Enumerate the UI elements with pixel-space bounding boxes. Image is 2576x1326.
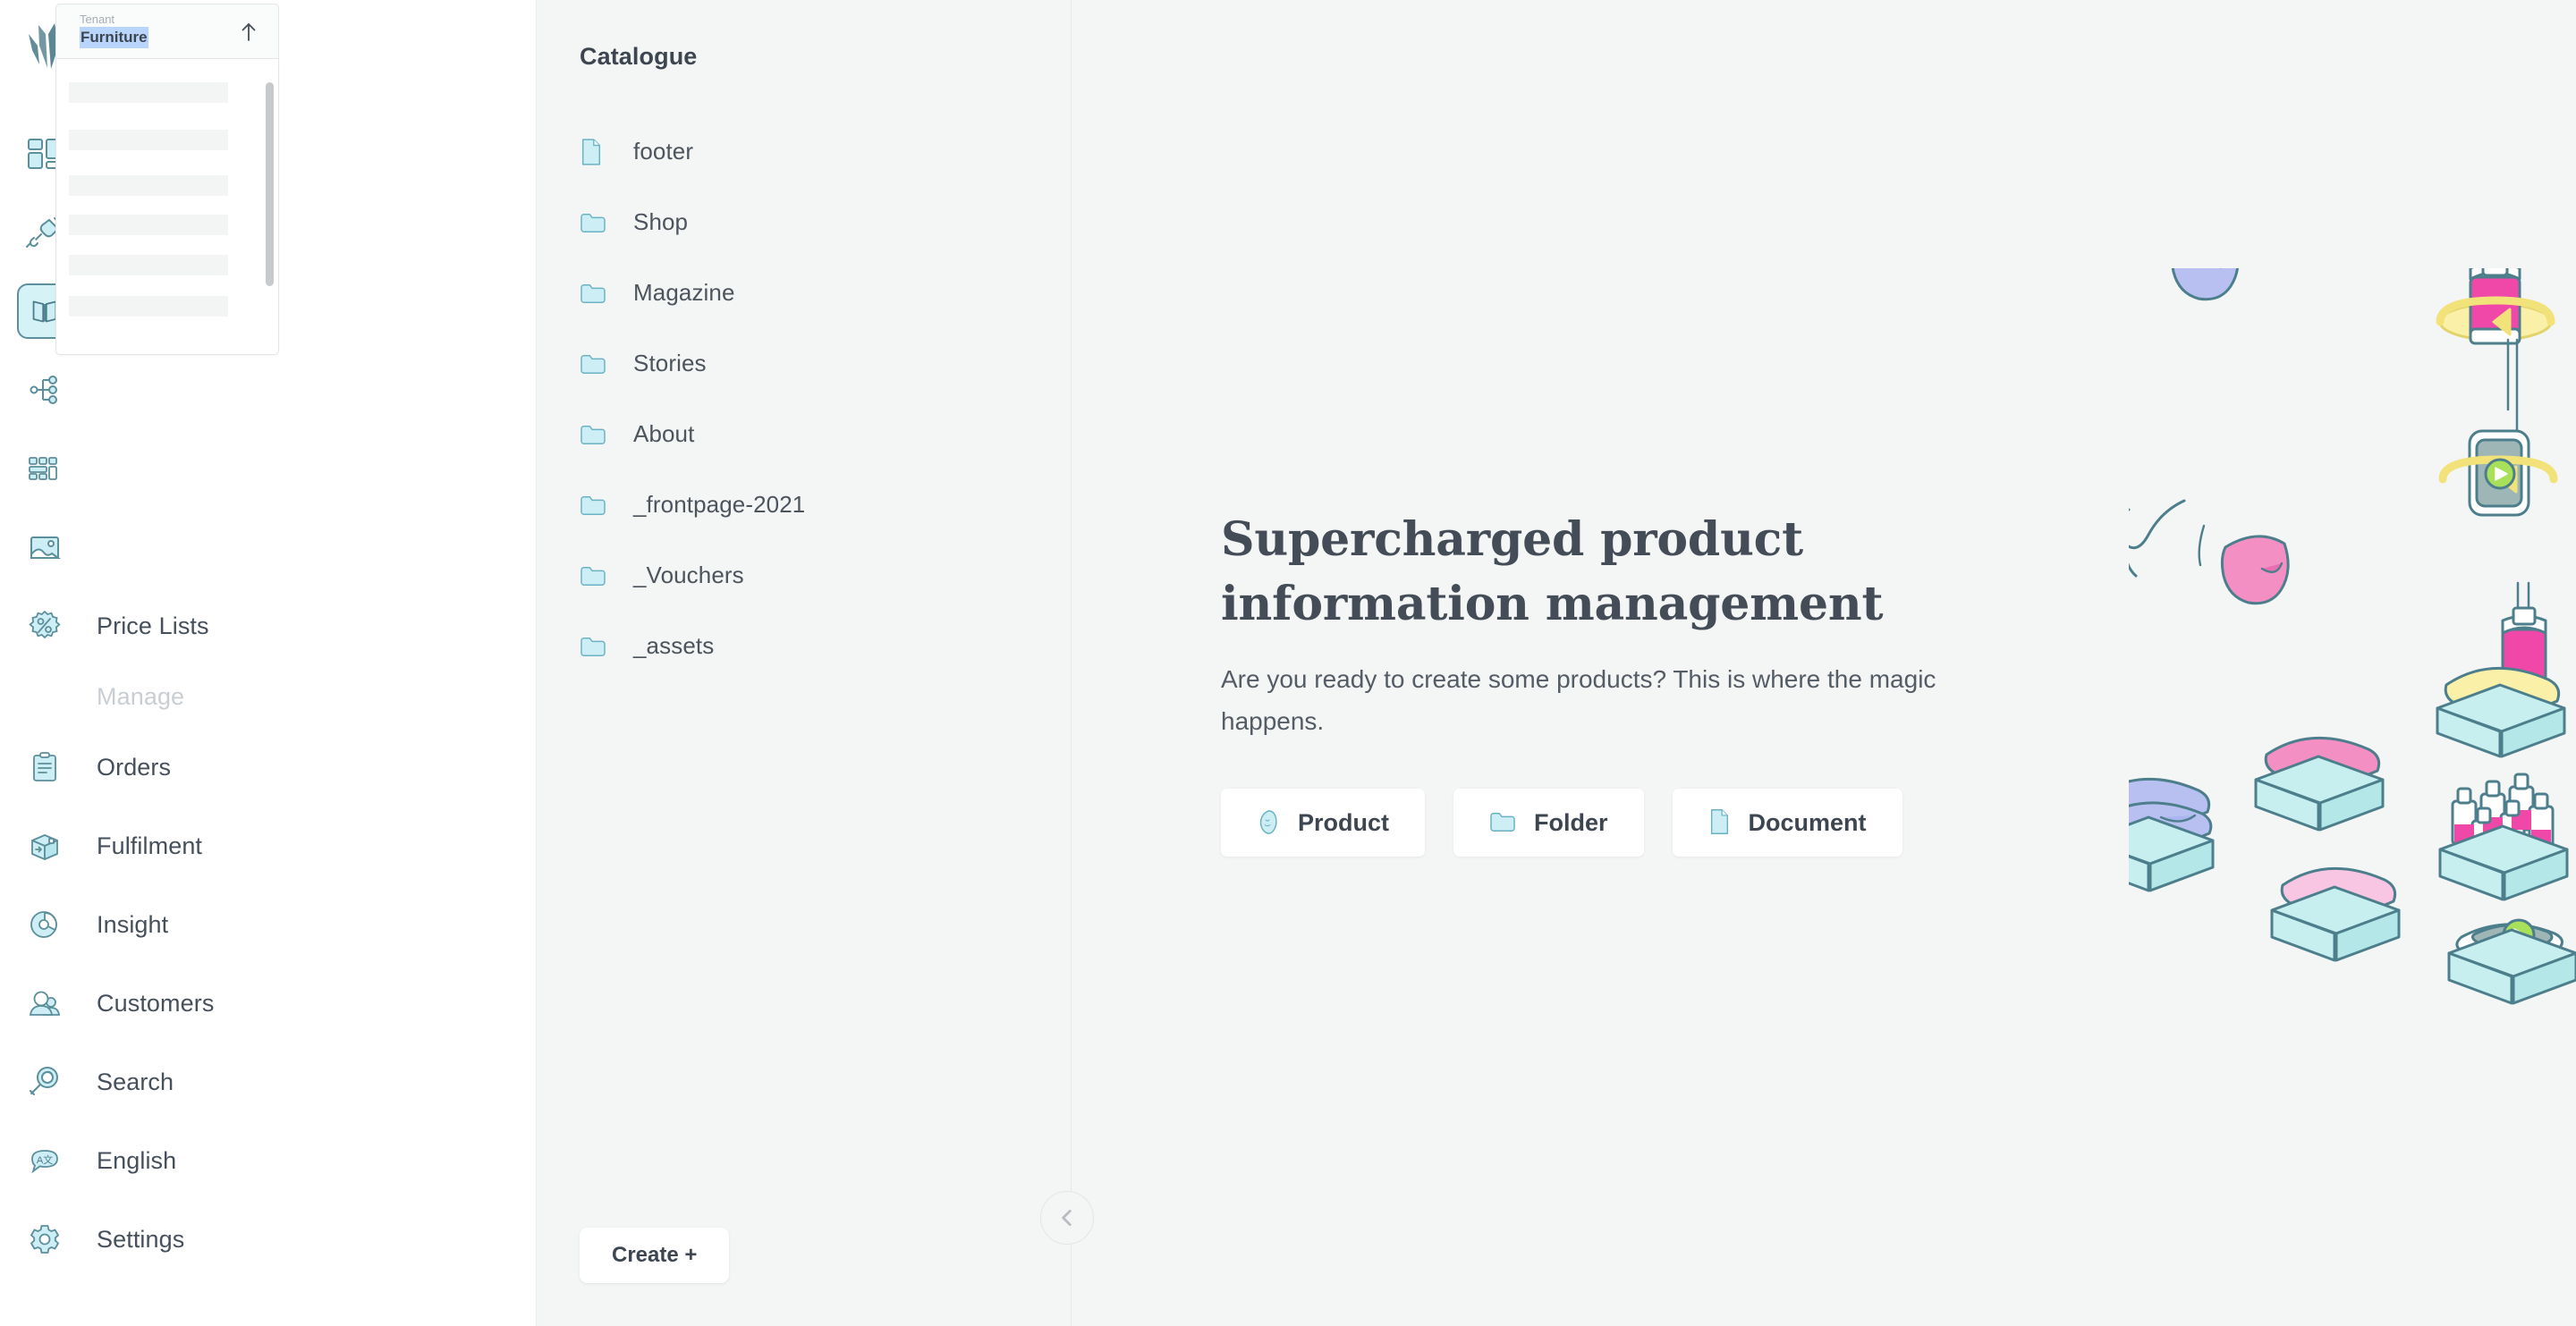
folder-icon xyxy=(580,561,615,591)
skeleton-row xyxy=(69,255,228,275)
hero-action-row: Product Folder Document xyxy=(1221,789,1963,857)
chevron-left-icon[interactable] xyxy=(1040,1191,1094,1245)
sidebar-item-settings[interactable]: Settings xyxy=(0,1200,537,1279)
language-bubble-icon: A文 xyxy=(13,1131,77,1190)
sidebar-item-label: English xyxy=(97,1146,177,1174)
create-product-button[interactable]: Product xyxy=(1221,789,1426,857)
product-boxes-illustration xyxy=(2084,219,2576,1028)
list-item[interactable]: _assets xyxy=(580,611,1045,681)
magnifier-search-icon xyxy=(13,1052,77,1111)
topology-tree-icon xyxy=(13,360,77,419)
sidebar-item-label: Price Lists xyxy=(97,612,209,639)
spacer-icon xyxy=(13,667,77,726)
create-folder-label: Folder xyxy=(1534,808,1608,836)
create-button[interactable]: Create + xyxy=(580,1228,730,1283)
sidebar-item-label: Fulfilment xyxy=(97,832,203,859)
primary-nav-rail: Price Lists Manage Orders Fulfilment Ins… xyxy=(0,0,537,1326)
sidebar-item-label: Orders xyxy=(97,753,172,781)
list-item-label: _assets xyxy=(633,632,715,659)
skeleton-row xyxy=(69,215,228,235)
list-item-label: Magazine xyxy=(633,279,735,306)
tenant-name-value: Furniture xyxy=(80,27,148,48)
folder-icon xyxy=(1489,810,1516,836)
folder-icon xyxy=(580,631,615,662)
create-folder-button[interactable]: Folder xyxy=(1453,789,1644,857)
skeleton-row xyxy=(69,296,228,317)
catalogue-tree: footer Shop Magazine Stories About _fron… xyxy=(580,116,1045,681)
sidebar-section-label: Manage xyxy=(97,682,185,710)
skeleton-row xyxy=(69,175,228,196)
people-customers-icon xyxy=(13,974,77,1033)
gear-settings-icon xyxy=(13,1210,77,1269)
sidebar-item-insight[interactable]: Insight xyxy=(0,885,537,964)
skeleton-row xyxy=(69,130,228,150)
sidebar-item-search[interactable]: Search xyxy=(0,1043,537,1121)
list-item-label: Stories xyxy=(633,350,707,376)
folder-icon xyxy=(580,419,615,450)
list-item-label: About xyxy=(633,420,695,447)
image-picture-icon xyxy=(13,518,77,577)
sidebar-item-label: Settings xyxy=(97,1225,185,1253)
sidebar-item-label: Search xyxy=(97,1068,174,1095)
folder-icon xyxy=(580,278,615,308)
folder-icon xyxy=(580,490,615,520)
tenant-switcher-header[interactable]: Tenant Furniture xyxy=(55,4,279,59)
hero-heading: Supercharged product information managem… xyxy=(1221,508,1963,637)
list-item-label: footer xyxy=(633,138,694,165)
list-item-label: Shop xyxy=(633,208,689,235)
folder-icon xyxy=(580,207,615,238)
list-item[interactable]: About xyxy=(580,399,1045,469)
list-item[interactable]: _Vouchers xyxy=(580,540,1045,611)
pie-chart-icon xyxy=(13,895,77,954)
hero-heading-line2: information management xyxy=(1221,577,1884,631)
sidebar-item-fulfilment[interactable]: Fulfilment xyxy=(0,807,537,885)
tenant-switcher-popover: Tenant Furniture xyxy=(55,4,279,355)
discount-badge-icon xyxy=(13,596,77,655)
product-shape-icon xyxy=(1257,809,1280,837)
catalogue-panel: Catalogue footer Shop Magazine Stories A… xyxy=(537,0,1072,1326)
list-item[interactable]: Stories xyxy=(580,328,1045,399)
sidebar-item-topology[interactable] xyxy=(0,351,537,429)
list-item[interactable]: Shop xyxy=(580,187,1045,258)
create-document-label: Document xyxy=(1748,808,1867,836)
list-item-label: _Vouchers xyxy=(633,562,744,588)
document-icon xyxy=(1708,808,1731,838)
sidebar-item-orders[interactable]: Orders xyxy=(0,728,537,807)
sidebar-section-manage: Manage xyxy=(0,665,537,728)
sidebar-item-components[interactable] xyxy=(0,429,537,508)
sidebar-item-label: Insight xyxy=(97,910,169,938)
folder-icon xyxy=(580,349,615,379)
main-content: Supercharged product information managem… xyxy=(1072,0,2576,1326)
popover-scrollbar[interactable] xyxy=(266,82,274,286)
sidebar-item-language[interactable]: A文 English xyxy=(0,1121,537,1200)
empty-state-hero: Supercharged product information managem… xyxy=(1221,508,1963,857)
app-root: Price Lists Manage Orders Fulfilment Ins… xyxy=(0,0,2576,1326)
clipboard-orders-icon xyxy=(13,738,77,797)
sidebar-item-customers[interactable]: Customers xyxy=(0,964,537,1043)
create-document-button[interactable]: Document xyxy=(1672,789,1902,857)
sidebar-item-label: Customers xyxy=(97,989,215,1017)
hero-heading-line1: Supercharged product xyxy=(1221,512,1803,567)
list-item[interactable]: footer xyxy=(580,116,1045,187)
page-title: Catalogue xyxy=(580,43,698,70)
grid-blocks-icon xyxy=(13,439,77,498)
document-icon xyxy=(580,137,615,167)
create-product-label: Product xyxy=(1298,808,1390,836)
sidebar-item-media[interactable] xyxy=(0,508,537,587)
list-item[interactable]: _frontpage-2021 xyxy=(580,469,1045,540)
hero-subtitle: Are you ready to create some products? T… xyxy=(1221,665,1936,735)
tenant-list-loading xyxy=(55,59,279,355)
sidebar-item-price-lists[interactable]: Price Lists xyxy=(0,587,537,665)
skeleton-row xyxy=(69,82,228,103)
list-item[interactable]: Magazine xyxy=(580,258,1045,328)
arrow-up-icon[interactable] xyxy=(239,21,258,44)
list-item-label: _frontpage-2021 xyxy=(633,491,806,518)
svg-text:A文: A文 xyxy=(37,1153,53,1166)
box-fulfilment-icon xyxy=(13,816,77,875)
